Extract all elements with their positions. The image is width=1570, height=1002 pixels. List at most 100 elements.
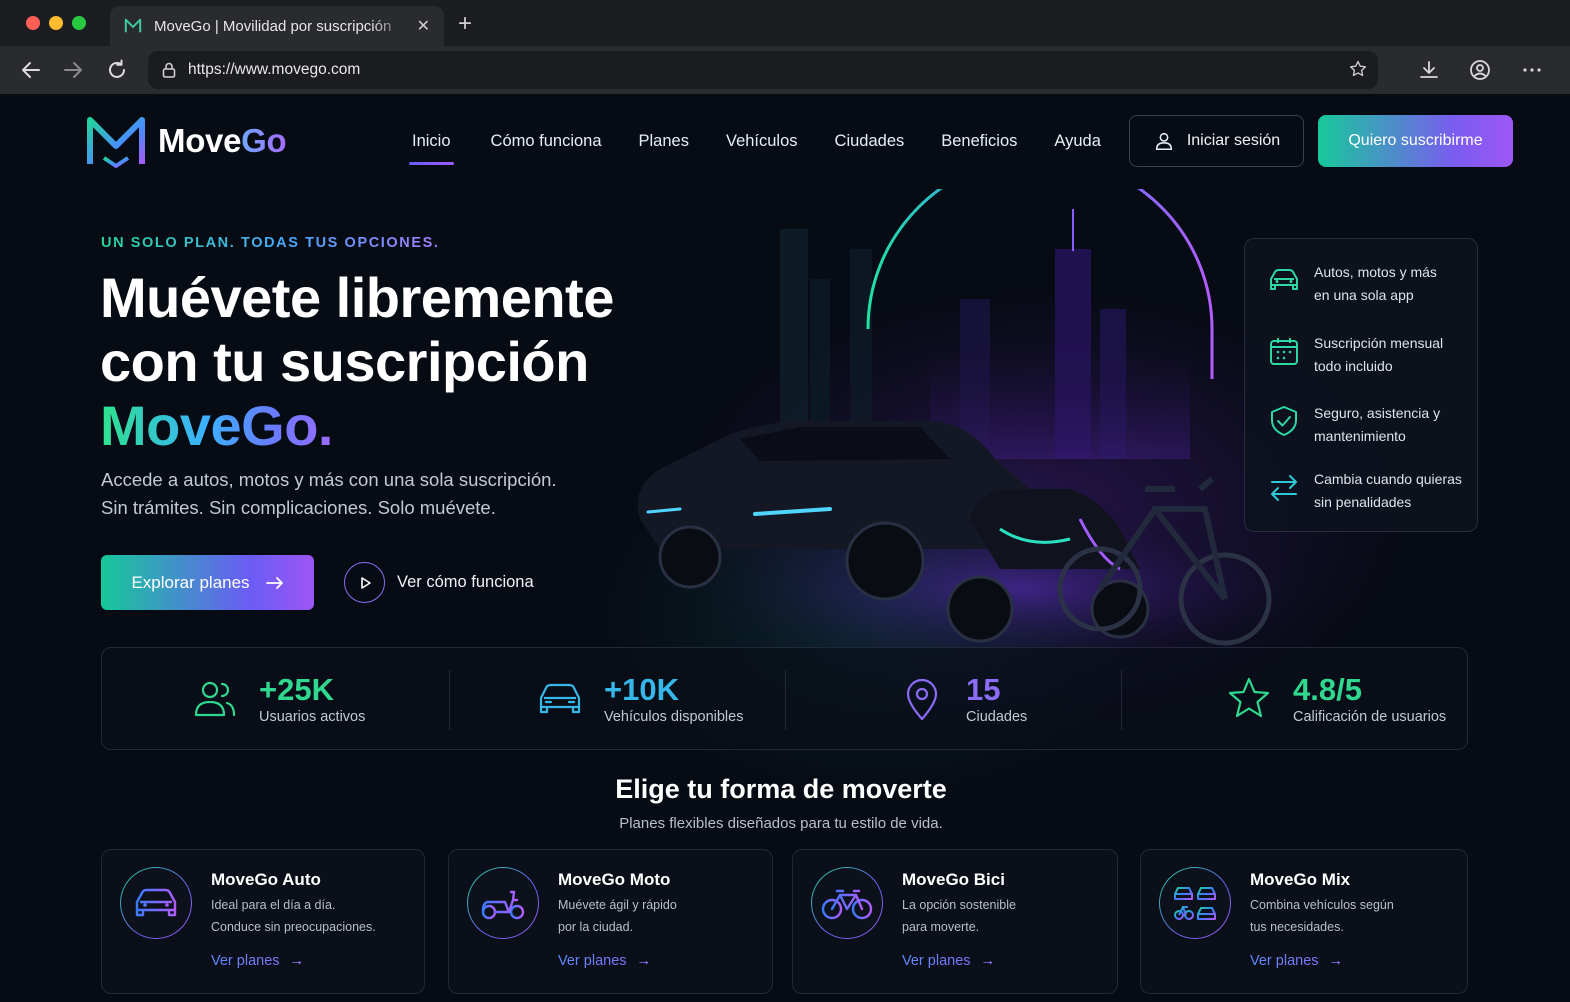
- plan-title: MoveGo Moto: [558, 870, 671, 889]
- new-tab-icon[interactable]: +: [458, 10, 472, 38]
- how-it-works-label: Ver cómo funciona: [397, 573, 534, 591]
- star-icon: [1228, 677, 1270, 717]
- stat-vehicles: +10K Vehículos disponibles: [536, 648, 743, 749]
- hero-eyebrow: UN SOLO PLAN. TODAS TUS OPCIONES.: [101, 235, 440, 251]
- explore-plans-label: Explorar planes: [131, 572, 250, 592]
- main-nav: Inicio Cómo funciona Planes Vehículos Ci…: [409, 132, 1101, 165]
- hero-title: Muévete libremente con tu suscripción Mo…: [100, 266, 614, 457]
- plan-card-moto[interactable]: MoveGo Moto Muévete ágil y rápido por la …: [448, 849, 773, 994]
- browser-tab[interactable]: MoveGo | Movilidad por suscripción ✕: [110, 6, 444, 46]
- plan-title: MoveGo Auto: [211, 870, 321, 889]
- plan-description: Combina vehículos según tus necesidades.: [1250, 898, 1394, 934]
- download-icon[interactable]: [1417, 58, 1441, 82]
- car-icon: [1270, 269, 1298, 290]
- feature-item: Suscripción mensual todo incluido: [1267, 332, 1474, 377]
- nav-item-como-funciona[interactable]: Cómo funciona: [491, 132, 602, 151]
- feature-item: Cambia cuando quieras sin penalidades: [1267, 468, 1474, 513]
- logo-wordmark: MoveGo: [158, 122, 287, 159]
- feature-item: Autos, motos y más en una sola app: [1267, 261, 1474, 306]
- stat-value: +25K: [259, 671, 334, 707]
- subscribe-button[interactable]: Quiero suscribirme: [1318, 115, 1513, 167]
- nav-item-planes[interactable]: Planes: [639, 132, 689, 151]
- stat-users: +25K Usuarios activos: [191, 648, 365, 749]
- subscribe-label: Quiero suscribirme: [1348, 132, 1483, 149]
- feature-text: Autos, motos y más en una sola app: [1314, 264, 1437, 303]
- plan-title: MoveGo Mix: [1250, 870, 1351, 889]
- arrow-right-icon: →: [980, 953, 996, 969]
- forward-arrow-icon[interactable]: [61, 58, 85, 82]
- maximize-window-button[interactable]: [72, 16, 86, 30]
- nav-item-vehiculos[interactable]: Vehículos: [726, 132, 798, 151]
- mixed-vehicles-icon: [1159, 867, 1231, 939]
- browser-toolbar: https://www.movego.com: [0, 46, 1570, 94]
- users-icon: [194, 681, 236, 716]
- arrow-right-icon: →: [289, 953, 305, 969]
- login-label: Iniciar sesión: [1186, 132, 1281, 149]
- arrow-right-icon: [265, 576, 283, 589]
- url-text: https://www.movego.com: [188, 61, 361, 78]
- nav-item-ayuda[interactable]: Ayuda: [1054, 132, 1101, 151]
- nav-item-ciudades[interactable]: Ciudades: [835, 132, 905, 151]
- swap-arrows-icon: [1271, 475, 1297, 501]
- how-it-works-link[interactable]: Ver cómo funciona: [344, 562, 534, 603]
- movego-favicon-icon: [124, 18, 142, 33]
- feature-item: Seguro, asistencia y mantenimiento: [1267, 402, 1474, 447]
- stat-divider: [449, 670, 450, 730]
- stat-cities: 15 Ciudades: [898, 648, 1027, 749]
- profile-icon[interactable]: [1468, 58, 1492, 82]
- close-window-button[interactable]: [26, 16, 40, 30]
- movego-logo-icon: [87, 117, 145, 168]
- nav-item-inicio[interactable]: Inicio: [409, 132, 454, 165]
- explore-plans-button[interactable]: Explorar planes: [101, 555, 314, 610]
- shield-check-icon: [1271, 406, 1297, 436]
- calendar-icon: [1270, 338, 1298, 365]
- features-card: Autos, motos y más en una sola app Suscri…: [1244, 238, 1478, 532]
- stat-value: +10K: [604, 671, 679, 707]
- stats-bar: +25K Usuarios activos +10K Vehículos dis…: [101, 647, 1468, 750]
- bicycle-icon: [811, 867, 883, 939]
- movego-logo[interactable]: MoveGo: [86, 114, 287, 168]
- stat-label: Calificación de usuarios: [1293, 708, 1447, 725]
- tab-close-icon[interactable]: ✕: [417, 16, 430, 36]
- plan-link[interactable]: Ver planes →: [902, 953, 996, 969]
- plan-link[interactable]: Ver planes →: [558, 953, 652, 969]
- feature-text: Suscripción mensual todo incluido: [1314, 335, 1444, 374]
- arrow-right-icon: →: [636, 953, 652, 969]
- page: MoveGo Inicio Cómo funciona Planes Vehíc…: [0, 94, 1570, 1002]
- plan-card-mix[interactable]: MoveGo Mix Combina vehículos según tus ne…: [1140, 849, 1468, 994]
- plan-description: La opción sostenible para moverte.: [902, 898, 1016, 934]
- back-arrow-icon[interactable]: [19, 58, 43, 82]
- minimize-window-button[interactable]: [49, 16, 63, 30]
- location-pin-icon: [906, 678, 938, 720]
- stat-label: Ciudades: [966, 708, 1028, 725]
- tab-title: MoveGo | Movilidad por suscripción: [154, 17, 392, 35]
- stat-label: Usuarios activos: [259, 708, 366, 725]
- bookmark-star-icon[interactable]: [1348, 59, 1368, 79]
- stat-value: 4.8/5: [1293, 671, 1362, 707]
- plan-link[interactable]: Ver planes →: [1250, 953, 1344, 969]
- arrow-right-icon: →: [1328, 953, 1344, 969]
- user-icon: [1155, 132, 1172, 151]
- plan-title: MoveGo Bici: [902, 870, 1005, 889]
- car-icon: [120, 867, 192, 939]
- plan-description: Ideal para el día a día. Conduce sin preo…: [211, 898, 376, 934]
- nav-item-beneficios[interactable]: Beneficios: [941, 132, 1017, 151]
- login-button[interactable]: Iniciar sesión: [1129, 115, 1304, 167]
- feature-text: Cambia cuando quieras sin penalidades: [1314, 471, 1462, 510]
- more-menu-icon[interactable]: [1520, 58, 1544, 82]
- stat-divider: [1121, 670, 1122, 730]
- plan-card-auto[interactable]: MoveGo Auto Ideal para el día a día. Cond…: [101, 849, 425, 994]
- feature-text: Seguro, asistencia y mantenimiento: [1314, 405, 1441, 444]
- stat-value: 15: [966, 671, 1001, 707]
- play-icon: [344, 562, 385, 603]
- stat-divider: [785, 670, 786, 730]
- plan-link[interactable]: Ver planes →: [211, 953, 305, 969]
- stat-rating: 4.8/5 Calificación de usuarios: [1225, 648, 1446, 749]
- section-title: Elige tu forma de moverte: [615, 774, 947, 804]
- plan-description: Muévete ágil y rápido por la ciudad.: [558, 898, 677, 934]
- reload-icon[interactable]: [105, 58, 129, 82]
- section-subtitle: Planes flexibles diseñados para tu estil…: [619, 815, 943, 832]
- plan-card-bici[interactable]: MoveGo Bici La opción sostenible para mov…: [792, 849, 1118, 994]
- lock-icon: [162, 62, 176, 78]
- address-bar[interactable]: https://www.movego.com: [148, 51, 1378, 89]
